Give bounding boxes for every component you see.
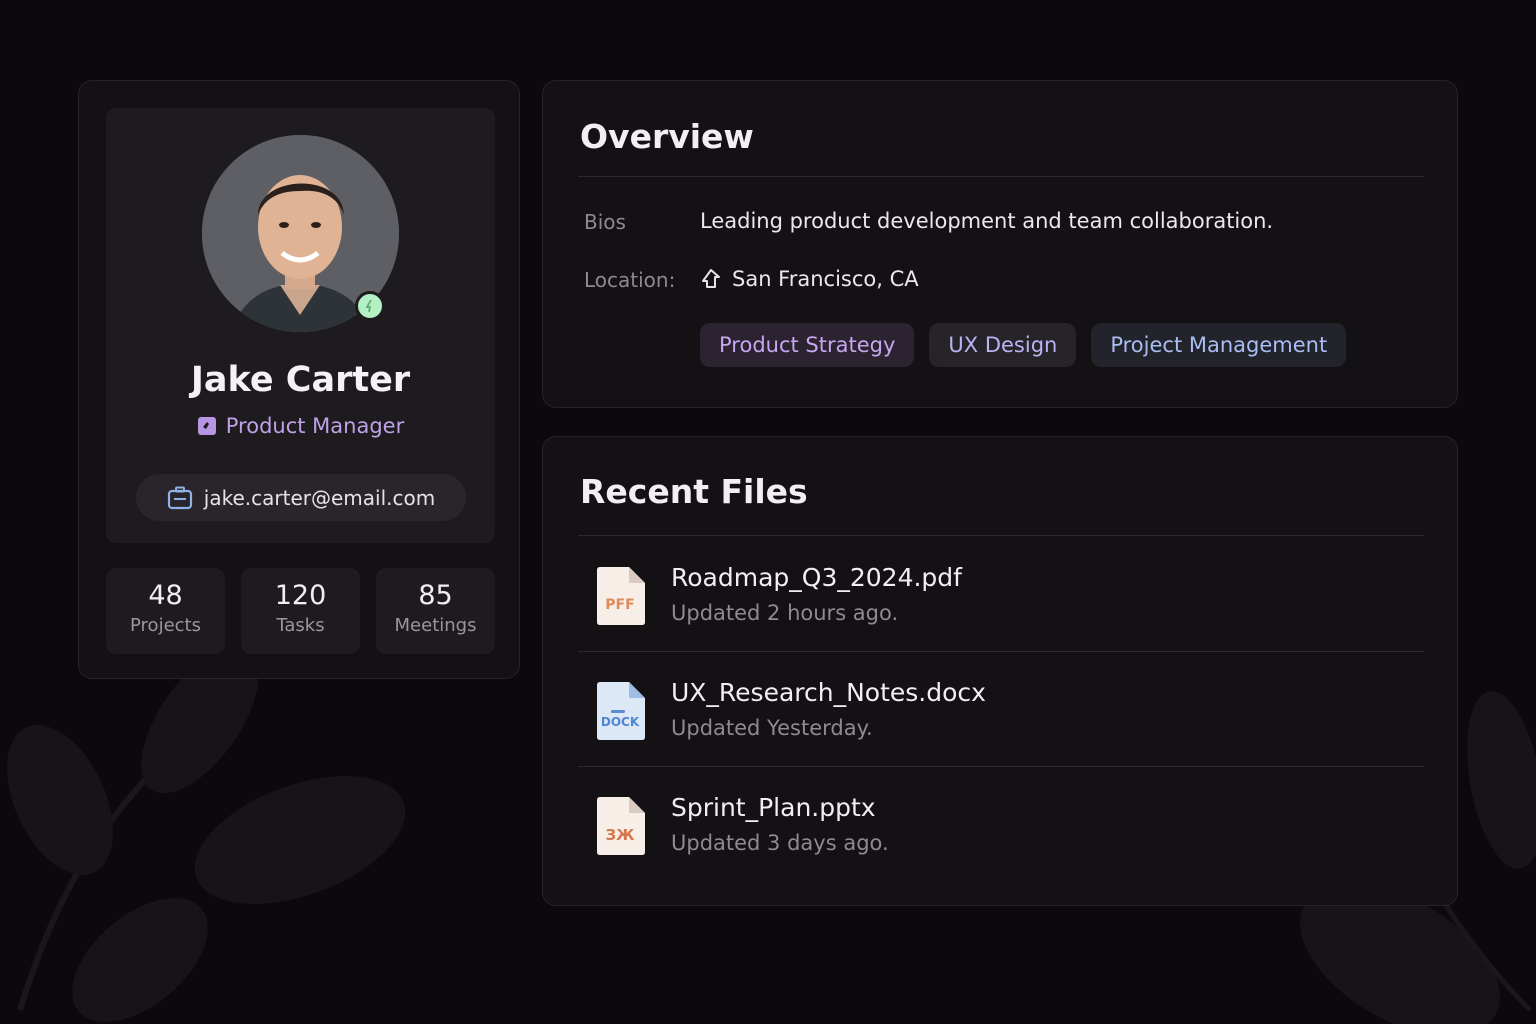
profile-header: Jake Carter Product Manager jake.carter@…: [106, 108, 495, 543]
stat-meetings[interactable]: 85 Meetings: [376, 568, 495, 654]
email-text: jake.carter@email.com: [203, 485, 436, 510]
stat-value: 48: [148, 580, 183, 611]
stat-label: Projects: [130, 615, 201, 636]
location-label: Location:: [584, 268, 676, 292]
stat-tasks[interactable]: 120 Tasks: [241, 568, 360, 654]
location-icon: [702, 269, 720, 288]
divider: [578, 535, 1424, 536]
file-badge: DOCK: [601, 715, 640, 729]
overview-title: Overview: [580, 117, 754, 156]
file-badge: PFF: [605, 597, 634, 613]
stat-label: Meetings: [394, 615, 477, 636]
stat-label: Tasks: [276, 615, 325, 636]
bios-label: Bios: [584, 210, 626, 234]
stat-value: 85: [418, 580, 453, 611]
location-text: San Francisco, CA: [732, 267, 919, 291]
online-status-icon: [355, 291, 385, 321]
briefcase-icon: [167, 486, 192, 509]
profile-card: Jake Carter Product Manager jake.carter@…: [78, 80, 520, 679]
file-row[interactable]: DOCK UX_Research_Notes.docx Updated Yest…: [578, 652, 1424, 767]
docx-file-icon: DOCK: [597, 682, 645, 740]
location-value: San Francisco, CA: [700, 267, 919, 291]
role: Product Manager: [106, 414, 495, 438]
file-name: UX_Research_Notes.docx: [671, 678, 986, 707]
file-row[interactable]: ЗЖ Sprint_Plan.pptx Updated 3 days ago.: [578, 767, 1424, 882]
pptx-file-icon: ЗЖ: [597, 797, 645, 855]
file-name: Roadmap_Q3_2024.pdf: [671, 563, 962, 592]
file-updated: Updated Yesterday.: [671, 716, 873, 740]
stat-value: 120: [274, 580, 327, 611]
profile-name: Jake Carter: [190, 360, 411, 400]
skill-tags: Product Strategy UX Design Project Manag…: [700, 323, 1347, 367]
overview-card: Overview Bios Leading product developmen…: [542, 80, 1458, 408]
file-row[interactable]: PFF Roadmap_Q3_2024.pdf Updated 2 hours …: [578, 537, 1424, 652]
tag-ux-design[interactable]: UX Design: [929, 323, 1077, 367]
divider: [578, 176, 1424, 177]
badge-icon: [197, 417, 216, 435]
email-pill[interactable]: jake.carter@email.com: [136, 474, 466, 521]
file-badge: ЗЖ: [605, 826, 635, 844]
recent-files-title: Recent Files: [580, 472, 808, 511]
file-updated: Updated 2 hours ago.: [671, 601, 899, 625]
tag-product-strategy[interactable]: Product Strategy: [700, 323, 915, 367]
bios-value: Leading product development and team col…: [700, 209, 1274, 233]
role-label: Product Manager: [225, 414, 405, 438]
stat-projects[interactable]: 48 Projects: [106, 568, 225, 654]
tag-project-management[interactable]: Project Management: [1091, 323, 1347, 367]
pdf-file-icon: PFF: [597, 567, 645, 625]
file-updated: Updated 3 days ago.: [671, 831, 889, 855]
file-name: Sprint_Plan.pptx: [671, 793, 876, 822]
recent-files-card: Recent Files PFF Roadmap_Q3_2024.pdf Upd…: [542, 436, 1458, 906]
